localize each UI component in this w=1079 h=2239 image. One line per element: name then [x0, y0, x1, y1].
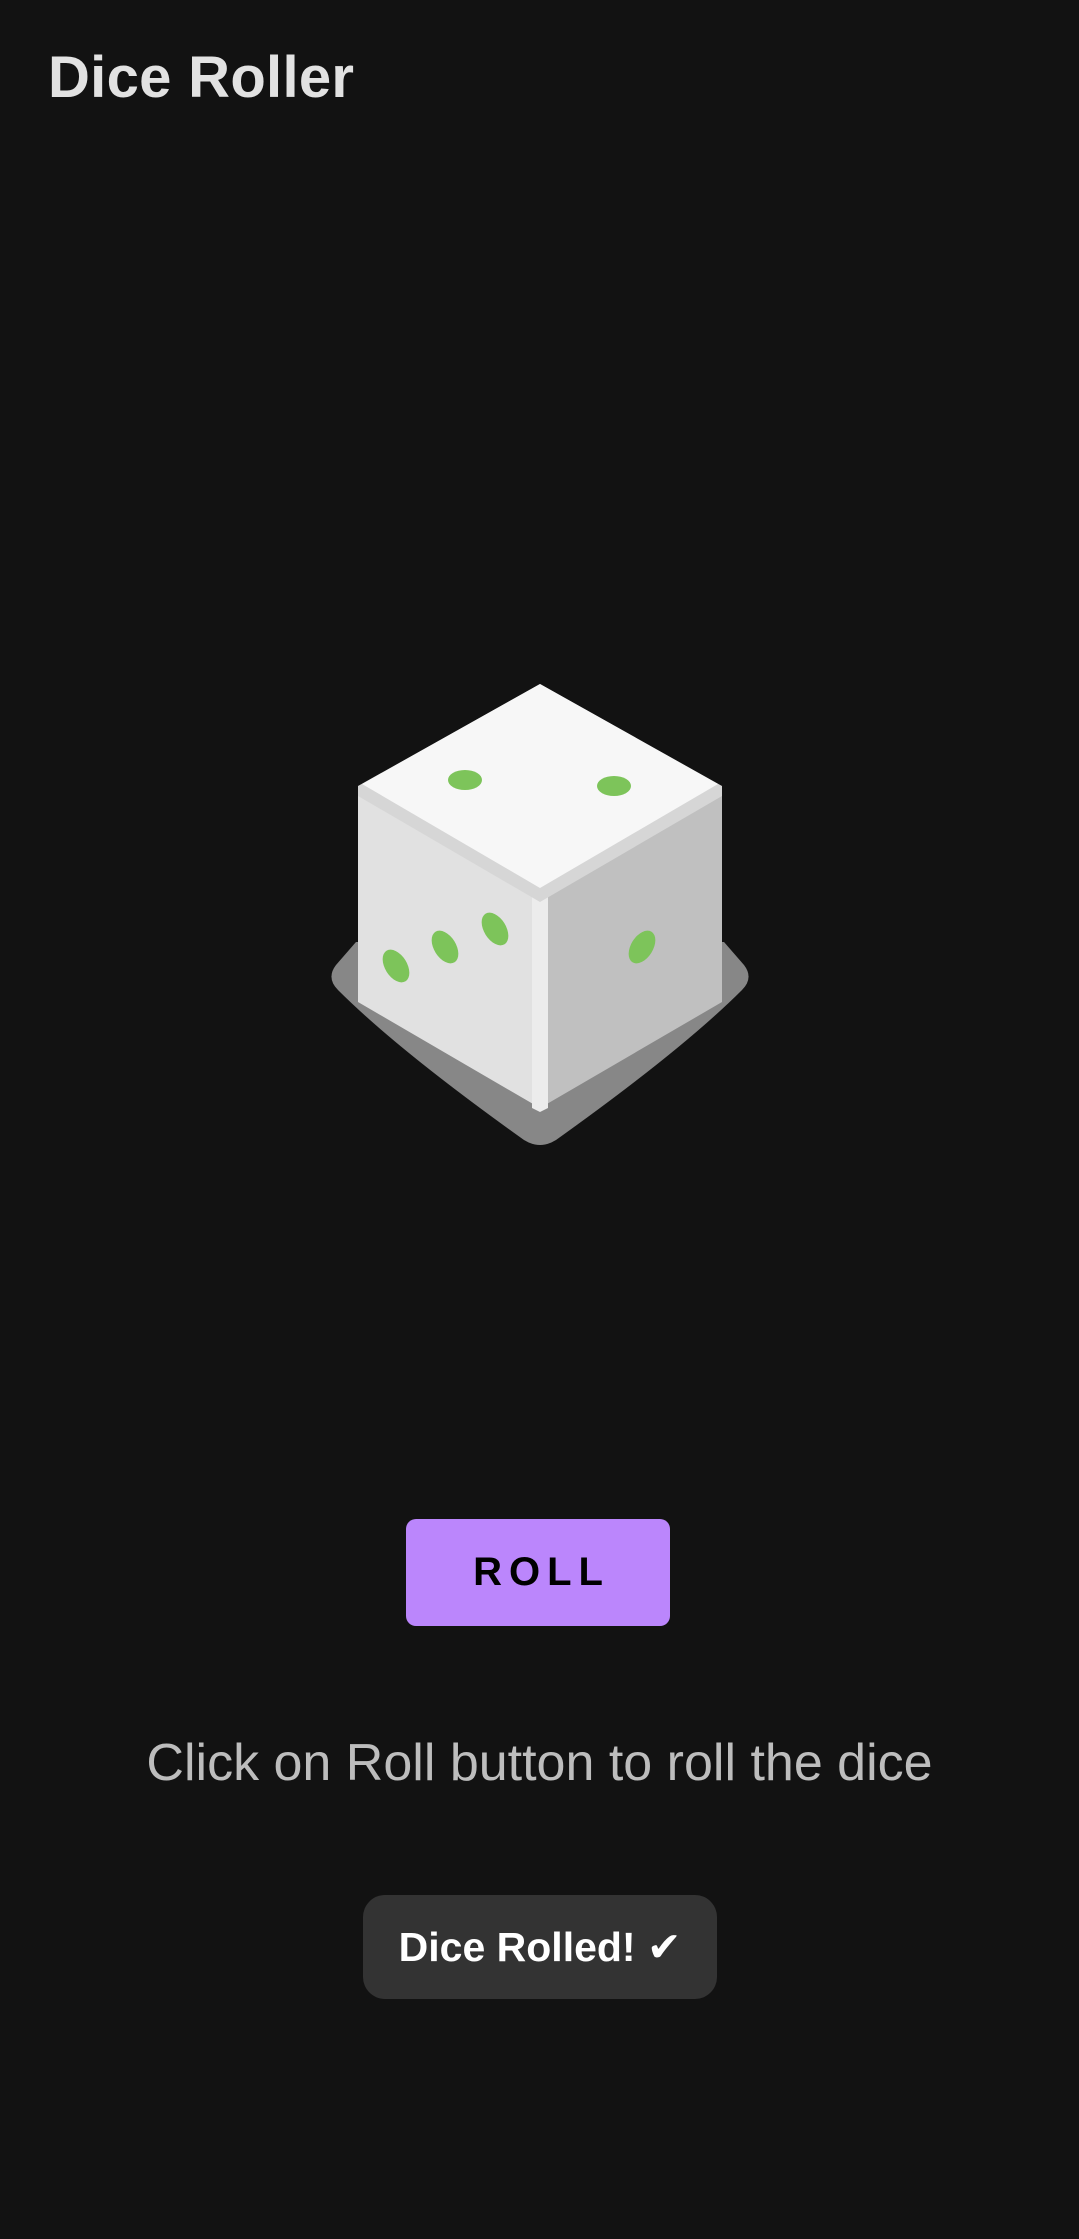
dice-edge	[532, 892, 548, 1112]
app-title: Dice Roller	[48, 45, 355, 110]
dice-image	[328, 680, 752, 1150]
dice-pip	[448, 770, 482, 790]
dice-pip	[597, 776, 631, 796]
roll-button[interactable]: ROLL	[406, 1519, 670, 1626]
toast-message: Dice Rolled! ✔	[363, 1895, 717, 1999]
dice-icon	[331, 684, 749, 1145]
dice-roller-screen: Dice Roller ROLL Click on Roll button to…	[0, 0, 1079, 2239]
hint-text: Click on Roll button to roll the dice	[146, 1734, 933, 1792]
